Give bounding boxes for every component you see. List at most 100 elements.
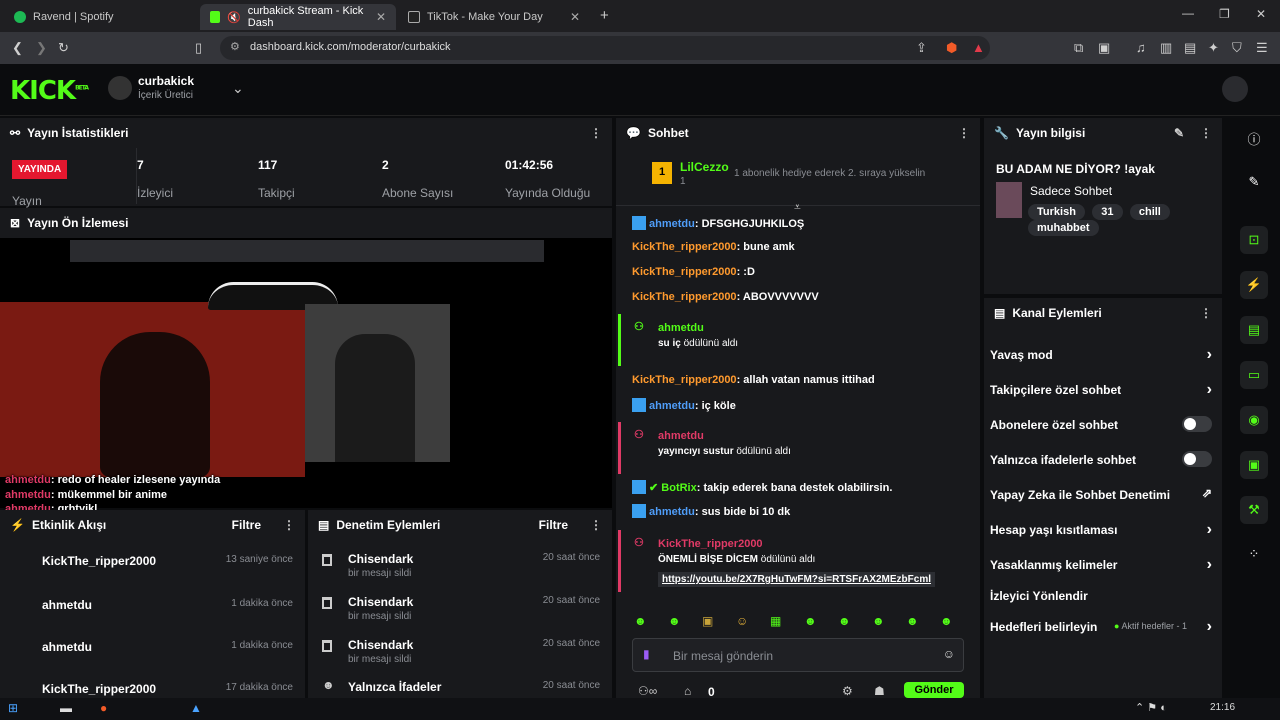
more-icon[interactable]: ⋮ (590, 126, 602, 140)
toggle-switch[interactable] (1182, 451, 1212, 467)
bot-icon[interactable]: ☗ (874, 684, 885, 698)
bookmark-icon[interactable]: ▯ (195, 40, 202, 56)
more-icon[interactable]: ⋮ (283, 518, 295, 532)
maximize-icon[interactable]: ❐ (1219, 7, 1230, 21)
reward-redemption: ⚇ ahmetdu yayıncıyı sustur ödülünü aldı (616, 422, 970, 474)
emote-icon[interactable]: ▣ (702, 614, 713, 628)
lightning-icon[interactable]: ⚡ (1240, 271, 1268, 299)
chevron-right-icon: › (1206, 346, 1212, 363)
screen-icon[interactable]: ⊡ (1240, 226, 1268, 254)
emote-icon[interactable]: ☻ (872, 614, 885, 628)
emote-icon[interactable]: ☻ (804, 614, 817, 628)
tab-kick-dashboard[interactable]: 🔇 curbakick Stream - Kick Dash ✕ (200, 4, 396, 30)
emoji-icon[interactable]: ☺ (943, 647, 955, 661)
toggle-switch[interactable] (1182, 416, 1212, 432)
emote-icon[interactable]: ☻ (668, 614, 681, 628)
microphone-icon[interactable]: ▮ (643, 647, 650, 661)
pencil-icon[interactable]: ✎ (1240, 168, 1268, 196)
broadcast-icon[interactable]: ◉ (1240, 406, 1268, 434)
more-icon[interactable]: ⋮ (590, 518, 602, 532)
channel-avatar[interactable] (108, 76, 132, 100)
action-emote-only[interactable]: Yalnızca ifadelerle sohbet (990, 451, 1212, 477)
screenshot-icon[interactable]: ▣ (1098, 40, 1110, 56)
chat-message: KickThe_ripper2000: ABOVVVVVVV (632, 291, 819, 303)
chat-bubble-icon[interactable]: ▭ (1240, 361, 1268, 389)
chevron-down-icon[interactable]: ⌄ (232, 80, 244, 97)
media-icon[interactable]: ♫ (1136, 40, 1146, 55)
wallet-icon[interactable]: ▤ (1184, 40, 1196, 56)
minimize-icon[interactable]: — (1182, 6, 1194, 20)
emote-icon[interactable]: ☻ (634, 614, 647, 628)
layout-icon[interactable]: ▣ (1240, 451, 1268, 479)
action-ai-moderation[interactable]: Yapay Zeka ile Sohbet Denetimi ⇗ (990, 486, 1212, 512)
leo-icon[interactable]: ✦ (1208, 40, 1219, 56)
more-icon[interactable]: ⋮ (1200, 126, 1212, 140)
moderator-badge-icon (632, 398, 646, 412)
taskbar-app-icon[interactable]: ▲ (190, 701, 202, 715)
send-button[interactable]: Gönder (904, 682, 964, 698)
info-icon[interactable]: ⓘ (1240, 124, 1268, 152)
tab-tiktok[interactable]: TikTok - Make Your Day ✕ (398, 4, 590, 30)
reload-icon[interactable]: ↻ (58, 40, 69, 56)
user-avatar[interactable] (1222, 76, 1248, 102)
moderator-badge-icon (632, 216, 646, 230)
brave-shield-icon[interactable]: ⬢ (946, 40, 957, 56)
kick-logo[interactable]: KICKBETA (10, 76, 89, 106)
taskbar-app-icon[interactable]: ▬ (60, 701, 72, 715)
activity-user: ahmetdu (42, 598, 93, 612)
emote-icon[interactable]: ☻ (838, 614, 851, 628)
scroll-down-icon[interactable]: ⩡ (794, 200, 801, 215)
extensions-icon[interactable]: ⧉ (1074, 40, 1083, 56)
action-account-age[interactable]: Hesap yaşı kısıtlaması › (990, 521, 1212, 547)
rewards-icon[interactable]: ▲ (972, 40, 985, 55)
chat-message: ahmetdu: DFSGHGJUHKILOŞ (632, 216, 804, 230)
chat-input[interactable]: ▮ Bir mesaj gönderin ☺ (632, 638, 964, 672)
reward-link[interactable]: https://youtu.be/2X7RgHuTwFM?si=RTSFrAX2… (658, 572, 935, 587)
more-icon[interactable]: ⋮ (1200, 306, 1212, 320)
url-field[interactable]: ⚙ dashboard.kick.com/moderator/curbakick (220, 36, 990, 60)
action-subscribers-only[interactable]: Abonelere özel sohbet (990, 416, 1212, 442)
gift-icon[interactable]: ⌂ (684, 684, 691, 698)
tray-icons[interactable]: ⌃ ⚑ ◐ (1135, 701, 1167, 714)
chat-message: KickThe_ripper2000: allah vatan namus it… (632, 374, 875, 386)
nodes-icon[interactable]: ⁘ (1240, 540, 1268, 568)
channel-actions-icon: ▤ (994, 306, 1006, 320)
filter-button[interactable]: Filtre (232, 518, 261, 532)
tag: chill (1129, 204, 1170, 220)
sidebar-icon[interactable]: ▥ (1160, 40, 1172, 56)
edit-icon[interactable]: ✎ (1174, 126, 1184, 140)
emote-icon[interactable]: ▦ (770, 614, 781, 628)
close-tab-icon[interactable]: ✕ (376, 10, 386, 24)
emote-icon[interactable]: ☻ (906, 614, 919, 628)
users-icon[interactable]: ⚇∞ (638, 684, 657, 698)
emote-icon[interactable]: ☺ (736, 614, 748, 628)
share-icon[interactable]: ⇪ (916, 40, 927, 56)
action-slow-mode[interactable]: Yavaş mod › (990, 346, 1212, 372)
tab-spotify[interactable]: Ravend | Spotify (4, 4, 200, 30)
clock: 21:16 (1210, 702, 1236, 713)
settings-icon[interactable]: ⚙ (842, 684, 853, 698)
action-redirect-viewers[interactable]: İzleyici Yönlendir (990, 589, 1212, 613)
close-tab-icon[interactable]: ✕ (570, 10, 580, 24)
tools-icon[interactable]: ⚒ (1240, 496, 1268, 524)
menu-icon[interactable]: ☰ (1256, 40, 1268, 56)
action-set-goals[interactable]: Hedefleri belirleyin ● Aktif hedefler - … (990, 618, 1212, 644)
document-icon[interactable]: ▤ (1240, 316, 1268, 344)
more-icon[interactable]: ⋮ (958, 126, 970, 140)
new-tab-icon[interactable]: + (600, 7, 609, 24)
forward-icon[interactable]: ❯ (36, 40, 47, 56)
site-info-icon[interactable]: ⚙ (230, 40, 240, 53)
close-window-icon[interactable]: ✕ (1256, 7, 1266, 21)
panel-header: ▤ Kanal Eylemleri ⋮ (984, 298, 1222, 328)
action-followers-only[interactable]: Takipçilere özel sohbet › (990, 381, 1212, 407)
external-link-icon: ⇗ (1201, 486, 1212, 500)
activity-time: 17 dakika önce (225, 682, 293, 693)
taskbar-app-icon[interactable]: ● (100, 701, 107, 715)
vpn-icon[interactable]: ⛉ (1232, 40, 1242, 56)
start-icon[interactable]: ⊞ (8, 701, 18, 715)
action-banned-words[interactable]: Yasaklanmış kelimeler › (990, 556, 1212, 582)
emote-icon[interactable]: ☻ (940, 614, 953, 628)
moderation-actions-panel: ▤ Denetim Eylemleri Filtre ⋮ Chisendark … (308, 510, 612, 698)
back-icon[interactable]: ❮ (12, 40, 23, 56)
filter-button[interactable]: Filtre (539, 518, 568, 532)
